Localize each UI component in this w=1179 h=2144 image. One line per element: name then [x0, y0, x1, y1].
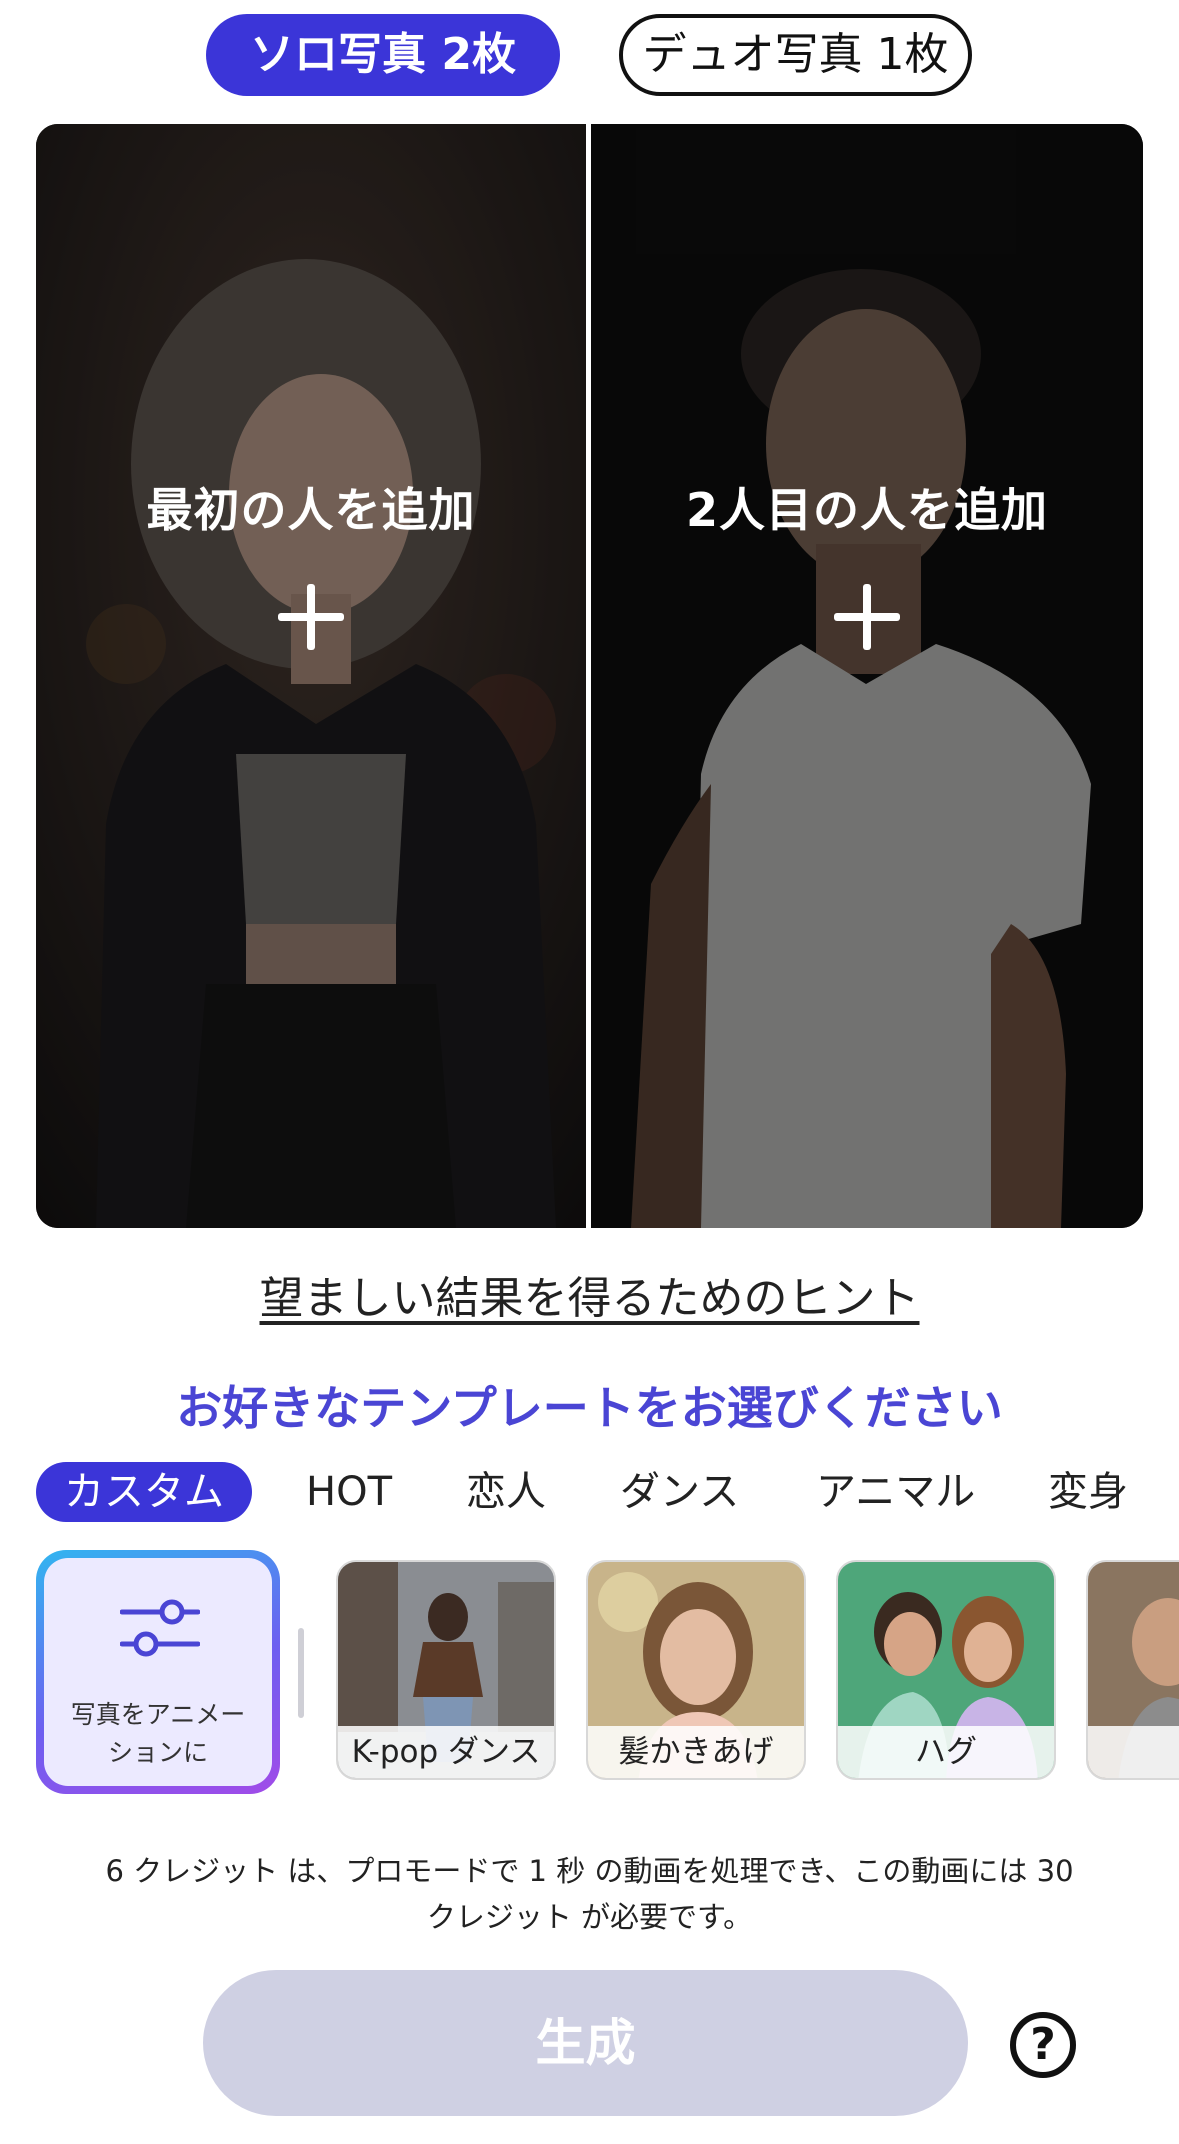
- template-caption: キ: [1088, 1726, 1179, 1778]
- panel-dim-overlay: [591, 124, 1143, 1228]
- category-tab-dance[interactable]: ダンス: [620, 1462, 739, 1522]
- credits-info-line1: 6 クレジット は、プロモードで 1 秒 の動画を処理でき、この動画には 30: [105, 1854, 1074, 1888]
- template-caption: 髪かきあげ: [588, 1726, 804, 1778]
- template-category-tabs: カスタム HOT 恋人 ダンス アニマル 変身: [36, 1462, 1179, 1522]
- carousel-divider: [298, 1628, 304, 1718]
- template-card-hug[interactable]: ハグ: [836, 1560, 1056, 1780]
- add-second-person-label: 2人目の人を追加: [685, 483, 1048, 537]
- help-icon[interactable]: ?: [1010, 2012, 1076, 2078]
- second-person-slot[interactable]: 2人目の人を追加: [591, 124, 1143, 1228]
- category-tab-hot[interactable]: HOT: [306, 1462, 392, 1522]
- custom-template-card[interactable]: 写真をアニメー ションに: [36, 1550, 280, 1794]
- template-card-kpop-dance[interactable]: K-pop ダンス: [336, 1560, 556, 1780]
- category-tab-custom[interactable]: カスタム: [36, 1462, 252, 1522]
- first-person-slot[interactable]: 最初の人を追加: [36, 124, 586, 1228]
- photo-upload-panels: 最初の人を追加 2人目の人を追加: [36, 124, 1143, 1228]
- generate-button[interactable]: 生成: [203, 1970, 968, 2116]
- sliders-icon: [120, 1599, 200, 1657]
- template-card-hair-flip[interactable]: 髪かきあげ: [586, 1560, 806, 1780]
- solo-photo-tab[interactable]: ソロ写真 2枚: [206, 14, 560, 96]
- duo-photo-tab[interactable]: デュオ写真 1枚: [619, 14, 972, 96]
- category-tab-lovers[interactable]: 恋人: [466, 1462, 546, 1522]
- credits-info: 6 クレジット は、プロモードで 1 秒 の動画を処理でき、この動画には 30 …: [80, 1848, 1099, 1940]
- panel-dim-overlay: [36, 124, 586, 1228]
- category-tab-animal[interactable]: アニマル: [816, 1462, 975, 1522]
- add-plus-icon: [278, 584, 344, 650]
- custom-card-label: 写真をアニメー ションに: [44, 1696, 272, 1772]
- category-tab-transform[interactable]: 変身: [1048, 1462, 1128, 1522]
- template-card-partial[interactable]: キ: [1086, 1560, 1179, 1780]
- template-caption: K-pop ダンス: [338, 1726, 554, 1778]
- custom-card-inner: 写真をアニメー ションに: [44, 1558, 272, 1786]
- template-caption: ハグ: [838, 1726, 1054, 1778]
- template-heading: お好きなテンプレートをお選びください: [176, 1381, 1003, 1435]
- custom-card-label-line2: ションに: [107, 1738, 208, 1767]
- add-plus-icon: [834, 584, 900, 650]
- custom-card-label-line1: 写真をアニメー: [70, 1700, 246, 1729]
- photo-mode-tabs: ソロ写真 2枚 デュオ写真 1枚: [0, 14, 1179, 96]
- add-first-person-label: 最初の人を追加: [146, 483, 476, 537]
- credits-info-line2: クレジット が必要です。: [426, 1900, 753, 1934]
- template-carousel[interactable]: 写真をアニメー ションに K-pop ダンス 髪かきあげ ハグ: [0, 1548, 1179, 1798]
- tips-link[interactable]: 望ましい結果を得るためのヒント: [0, 1262, 1179, 1326]
